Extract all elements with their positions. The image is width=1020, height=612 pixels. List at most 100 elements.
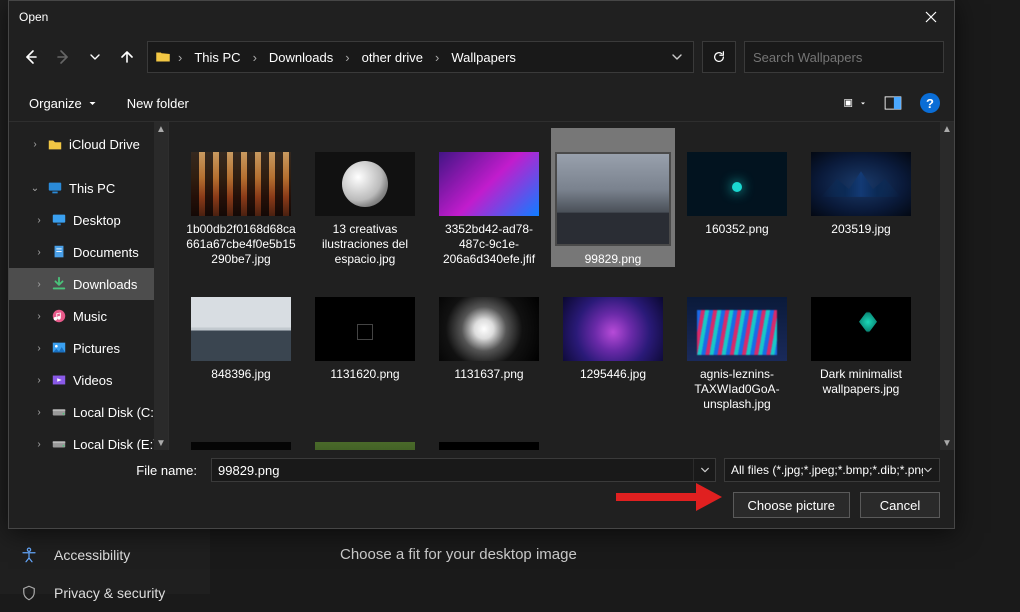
tree-item[interactable]: › Local Disk (E:): [9, 428, 168, 450]
file-item[interactable]: 203519.jpg: [799, 128, 923, 267]
file-grid[interactable]: 1b00db2f0168d68ca661a67cbe4f0e5b15290be7…: [169, 122, 940, 450]
cancel-button[interactable]: Cancel: [860, 492, 940, 518]
file-name-label: File name:: [23, 463, 203, 478]
file-thumbnail: [563, 297, 663, 361]
forward-button[interactable]: [51, 45, 75, 69]
arrow-right-icon: [55, 49, 71, 65]
file-item[interactable]: agnis-leznins-TAXWIad0GoA-unsplash.jpg: [675, 273, 799, 412]
expander-icon[interactable]: ⌄: [29, 183, 41, 194]
refresh-button[interactable]: [702, 41, 736, 73]
file-item[interactable]: [427, 418, 551, 450]
arrow-up-icon: [119, 49, 135, 65]
tree-item[interactable]: › Desktop: [9, 204, 168, 236]
tree-item-label: Local Disk (C:): [73, 405, 158, 420]
file-item[interactable]: 1131620.png: [303, 273, 427, 412]
nav-row: › This PC › Downloads › other drive › Wa…: [9, 33, 954, 85]
tree-item[interactable]: ⌄This PC: [9, 172, 168, 204]
file-item[interactable]: 848396.jpg: [179, 273, 303, 412]
address-bar[interactable]: › This PC › Downloads › other drive › Wa…: [147, 41, 694, 73]
preview-pane-button[interactable]: [882, 92, 904, 114]
help-button[interactable]: ?: [920, 93, 940, 113]
file-name-input[interactable]: [212, 463, 693, 478]
file-item[interactable]: dark-minimal-scenery-4k-xj.jpg: [179, 418, 303, 450]
expander-icon[interactable]: ›: [33, 439, 45, 450]
folder-tree[interactable]: ▲ ▼ ›iCloud Drive ⌄This PC › Desktop ›Docume…: [9, 122, 169, 450]
file-thumbnail: [439, 152, 539, 216]
file-item[interactable]: 1295446.jpg: [551, 273, 675, 412]
search-input[interactable]: [753, 50, 929, 65]
file-item[interactable]: Dark minimalist wallpapers.jpg: [799, 273, 923, 412]
expander-icon[interactable]: ›: [33, 247, 45, 258]
file-name-label: 3352bd42-ad78-487c-9c1e-206a6d340efe.jfi…: [431, 222, 547, 267]
recent-locations-button[interactable]: [83, 45, 107, 69]
folder-icon: [47, 136, 63, 152]
titlebar: Open: [9, 1, 954, 33]
scroll-up-icon[interactable]: ▲: [156, 122, 166, 136]
chevron-down-icon: [923, 465, 933, 475]
expander-icon[interactable]: ›: [33, 311, 45, 322]
chevron-down-icon: [700, 465, 710, 475]
file-item[interactable]: 1b00db2f0168d68ca661a67cbe4f0e5b15290be7…: [179, 128, 303, 267]
tree-item[interactable]: › Local Disk (C:): [9, 396, 168, 428]
file-item[interactable]: 160352.png: [675, 128, 799, 267]
expander-icon[interactable]: ›: [33, 407, 45, 418]
settings-nav-accessibility[interactable]: Accessibility: [0, 536, 210, 574]
preview-pane-icon: [884, 96, 902, 110]
file-name-label: 848396.jpg: [211, 367, 270, 382]
scroll-up-icon[interactable]: ▲: [942, 122, 952, 136]
back-button[interactable]: [19, 45, 43, 69]
tree-item[interactable]: ›Downloads: [9, 268, 168, 300]
tree-item[interactable]: › Music: [9, 300, 168, 332]
up-button[interactable]: [115, 45, 139, 69]
open-file-dialog: Open › This PC › Downloads › other drive…: [8, 0, 955, 529]
new-folder-button[interactable]: New folder: [121, 92, 195, 115]
tree-scrollbar[interactable]: ▲ ▼: [154, 122, 168, 450]
breadcrumb-segment[interactable]: Downloads: [263, 42, 339, 72]
file-name-label: 203519.jpg: [831, 222, 890, 237]
dialog-footer: File name: All files (*.jpg;*.jpeg;*.bmp…: [9, 450, 954, 528]
file-item[interactable]: 13 creativas ilustraciones del espacio.j…: [303, 128, 427, 267]
chevron-down-icon[interactable]: [671, 51, 683, 63]
file-item[interactable]: 1131637.png: [427, 273, 551, 412]
file-item[interactable]: 3352bd42-ad78-487c-9c1e-206a6d340efe.jfi…: [427, 128, 551, 267]
scroll-down-icon[interactable]: ▼: [942, 436, 952, 450]
tree-item[interactable]: ›iCloud Drive: [9, 128, 168, 160]
toolbar: Organize New folder ?: [9, 85, 954, 121]
dialog-title: Open: [9, 10, 908, 24]
file-type-dropdown[interactable]: All files (*.jpg;*.jpeg;*.bmp;*.dib;*.pn…: [724, 458, 940, 482]
pictures-icon: [51, 340, 67, 356]
organize-button[interactable]: Organize: [23, 92, 103, 115]
tree-item-label: Music: [73, 309, 107, 324]
file-name-label: 1295446.jpg: [580, 367, 646, 382]
expander-icon[interactable]: ›: [33, 215, 45, 226]
search-box[interactable]: [744, 41, 944, 73]
choose-picture-button[interactable]: Choose picture: [733, 492, 850, 518]
file-item[interactable]: 99829.png: [551, 128, 675, 267]
file-name-label: 99829.png: [585, 252, 642, 267]
file-item[interactable]: dmitry-zaviyalov-japanese-village-12.jpg: [303, 418, 427, 450]
expander-icon[interactable]: ›: [33, 375, 45, 386]
view-mode-button[interactable]: [844, 92, 866, 114]
breadcrumb-segment[interactable]: other drive: [356, 42, 429, 72]
expander-icon[interactable]: ›: [33, 343, 45, 354]
close-button[interactable]: [908, 1, 954, 33]
expander-icon[interactable]: ›: [29, 139, 41, 150]
file-name-field-wrap[interactable]: [211, 458, 716, 482]
file-name-dropdown[interactable]: [693, 459, 715, 481]
grid-scrollbar[interactable]: ▲ ▼: [940, 122, 954, 450]
breadcrumb-segment[interactable]: Wallpapers: [445, 42, 522, 72]
tree-item[interactable]: › Videos: [9, 364, 168, 396]
tree-item[interactable]: ›Pictures: [9, 332, 168, 364]
breadcrumb-segment[interactable]: This PC: [188, 42, 246, 72]
settings-nav-privacy[interactable]: Privacy & security: [0, 574, 210, 612]
tree-item-label: Desktop: [73, 213, 121, 228]
scroll-down-icon[interactable]: ▼: [156, 436, 166, 450]
expander-icon[interactable]: ›: [33, 279, 45, 290]
file-name-label: agnis-leznins-TAXWIad0GoA-unsplash.jpg: [679, 367, 795, 412]
tree-item[interactable]: ›Documents: [9, 236, 168, 268]
file-thumbnail: [687, 152, 787, 216]
dialog-body: ▲ ▼ ›iCloud Drive ⌄This PC › Desktop ›Docume…: [9, 121, 954, 450]
file-name-label: 13 creativas ilustraciones del espacio.j…: [307, 222, 423, 267]
tree-item-label: Videos: [73, 373, 113, 388]
tree-item-label: Local Disk (E:): [73, 437, 158, 451]
